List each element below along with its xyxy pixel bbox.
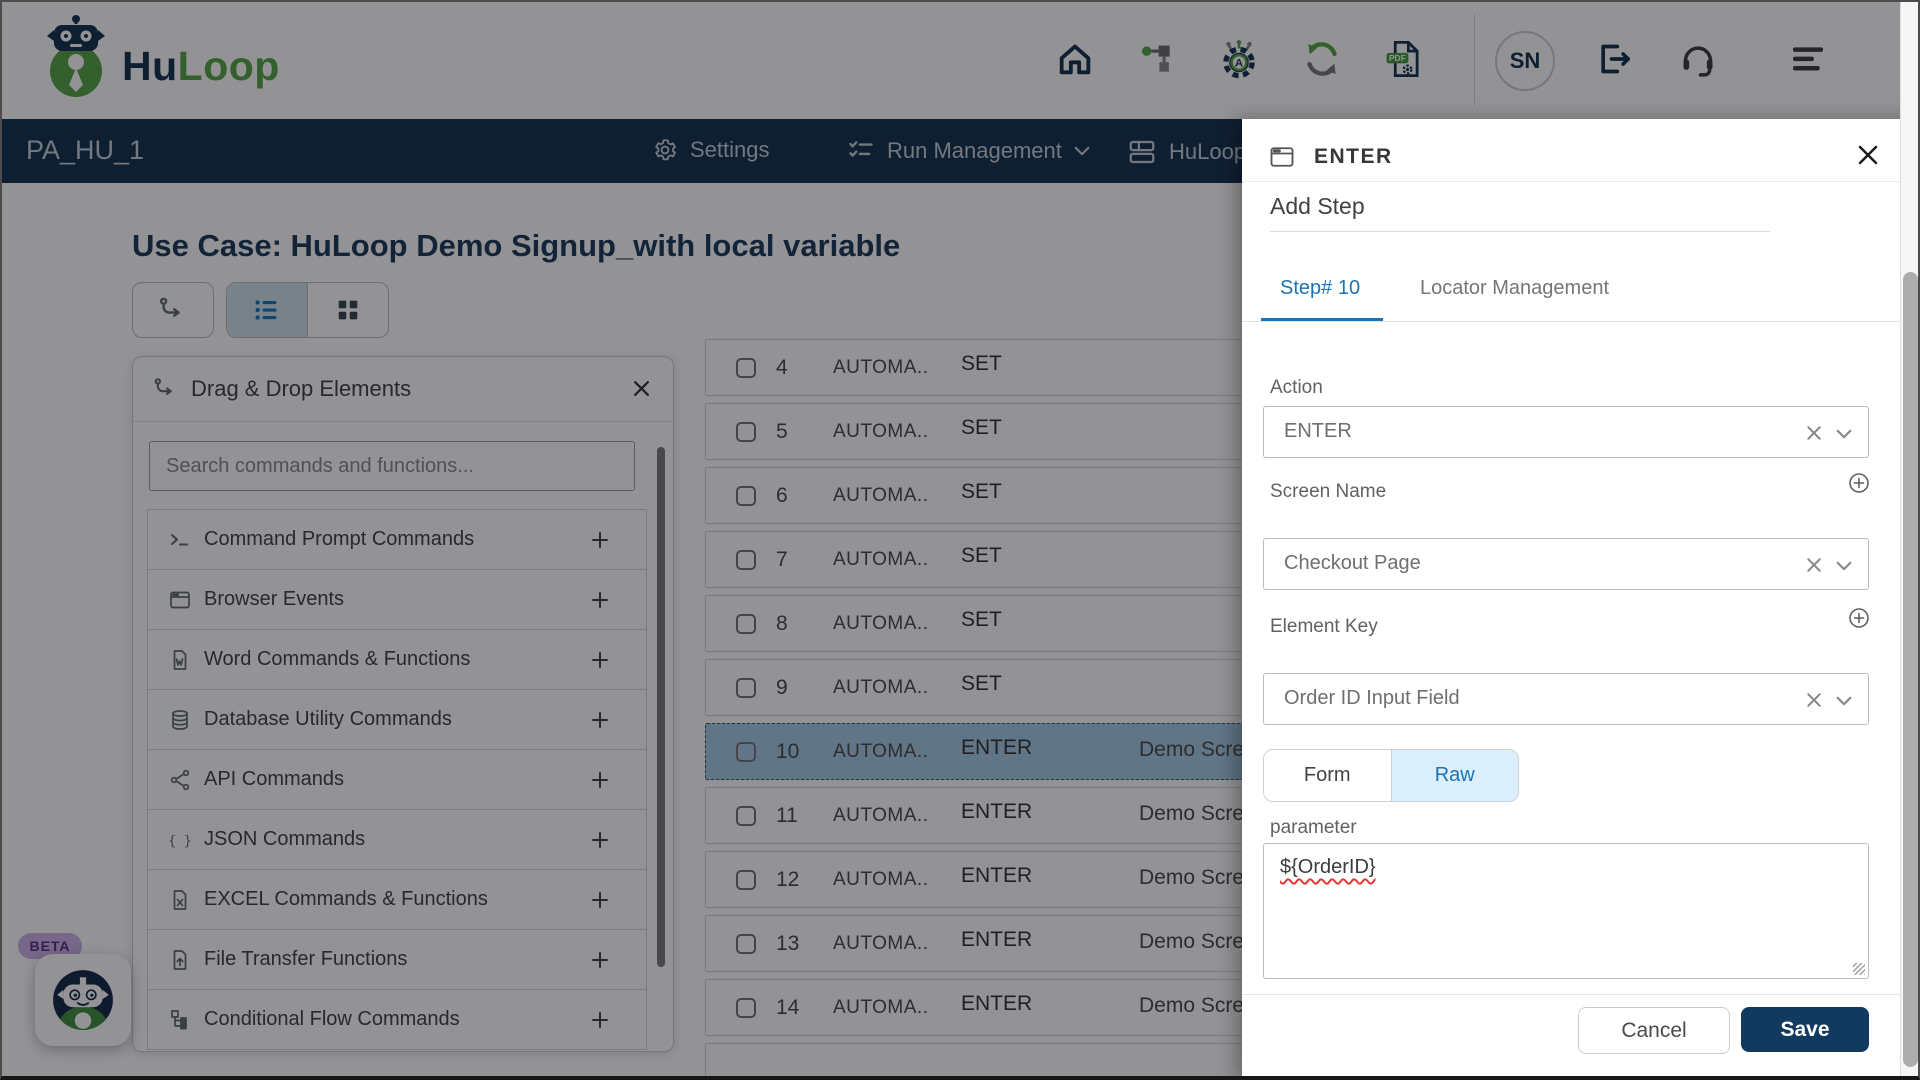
form-raw-toggle: Form Raw — [1263, 749, 1519, 802]
save-button[interactable]: Save — [1741, 1007, 1869, 1052]
clear-icon[interactable] — [1806, 692, 1822, 708]
drawer-title: ENTER — [1314, 145, 1393, 169]
element-key-select[interactable]: Order ID Input Field — [1263, 673, 1869, 725]
clear-icon[interactable] — [1806, 557, 1822, 573]
divider — [1270, 231, 1770, 232]
chevron-down-icon[interactable] — [1836, 696, 1852, 706]
add-screen-icon[interactable] — [1847, 471, 1871, 495]
clear-icon[interactable] — [1806, 425, 1822, 441]
divider — [1242, 181, 1920, 182]
screen-name-label: Screen Name — [1270, 481, 1386, 503]
parameter-label: parameter — [1270, 817, 1357, 839]
parameter-value: ${OrderID} — [1280, 856, 1376, 878]
tabs-divider — [1242, 321, 1920, 322]
form-mode-button[interactable]: Form — [1264, 750, 1391, 801]
window-scrollbar[interactable] — [1900, 2, 1920, 1080]
screen-name-select[interactable]: Checkout Page — [1263, 538, 1869, 590]
cancel-button[interactable]: Cancel — [1578, 1007, 1730, 1054]
action-label: Action — [1270, 377, 1323, 399]
raw-mode-button[interactable]: Raw — [1391, 750, 1519, 801]
tab-locator-management[interactable]: Locator Management — [1420, 277, 1609, 300]
chevron-down-icon[interactable] — [1836, 561, 1852, 571]
app-window: HuLoop A — [0, 0, 1920, 1080]
resize-handle[interactable] — [1853, 963, 1865, 975]
drawer-subtitle: Add Step — [1270, 193, 1365, 220]
add-element-icon[interactable] — [1847, 606, 1871, 630]
browser-window-icon — [1268, 143, 1296, 171]
divider — [1242, 994, 1920, 995]
close-icon[interactable] — [1856, 143, 1880, 167]
action-select[interactable]: ENTER — [1263, 406, 1869, 458]
add-step-drawer: ENTER Add Step Step# 10 Locator Manageme… — [1242, 119, 1920, 1080]
active-tab-underline — [1261, 318, 1383, 321]
element-key-label: Element Key — [1270, 616, 1378, 638]
scrollbar-thumb[interactable] — [1903, 272, 1918, 1067]
tab-step-10[interactable]: Step# 10 — [1280, 277, 1360, 300]
chevron-down-icon[interactable] — [1836, 429, 1852, 439]
parameter-textarea[interactable]: ${OrderID} — [1263, 843, 1869, 979]
